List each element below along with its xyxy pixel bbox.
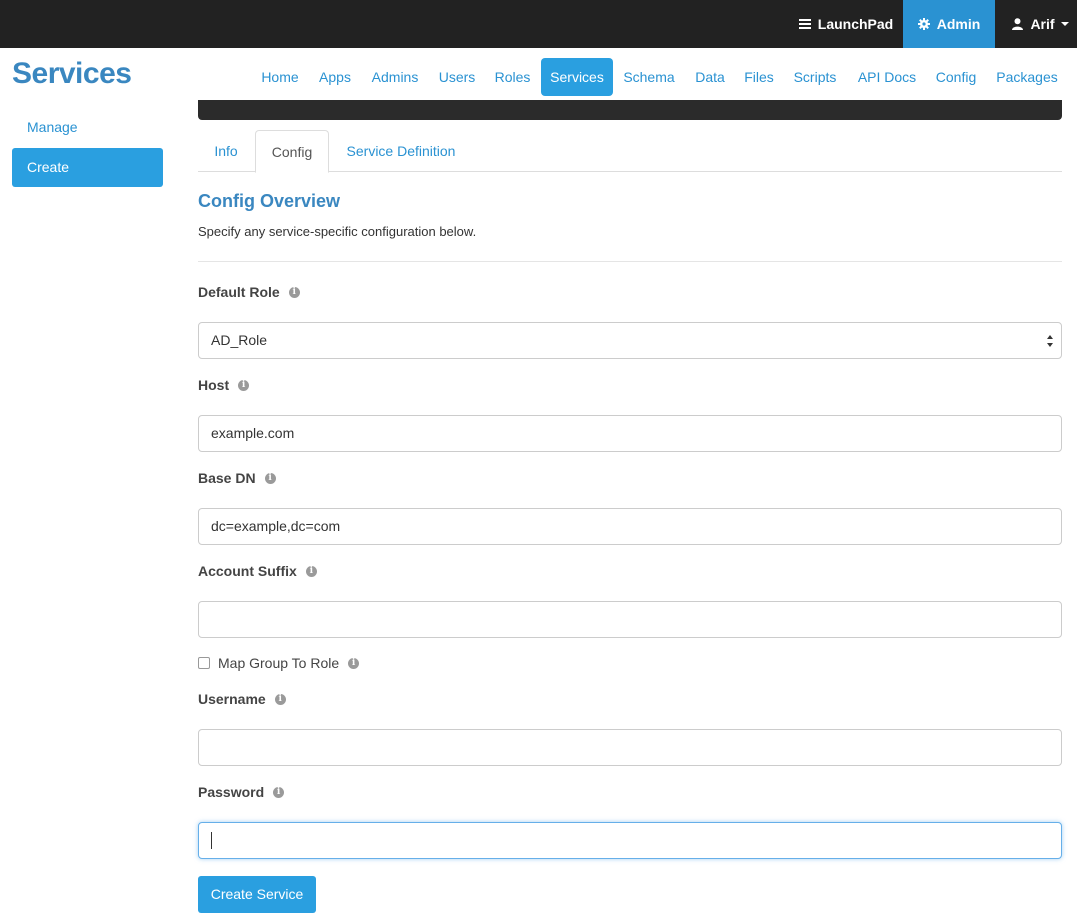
- config-overview-title: Config Overview: [198, 191, 341, 211]
- account-suffix-label-text: Account Suffix: [198, 563, 297, 579]
- info-icon[interactable]: i: [273, 786, 285, 798]
- launchpad-label: LaunchPad: [817, 16, 894, 32]
- create-service-button[interactable]: Create Service: [198, 876, 316, 913]
- nav-api-docs[interactable]: API Docs: [849, 58, 925, 96]
- admin-label: Admin: [936, 16, 981, 32]
- default-role-select[interactable]: AD_Role: [198, 322, 1062, 359]
- sidebar-item-create[interactable]: Create: [12, 148, 163, 187]
- default-role-label-text: Default Role: [198, 284, 280, 300]
- text-cursor: [211, 832, 212, 849]
- service-tabs: Info Config Service Definition: [198, 130, 1062, 173]
- username-label: Username i: [198, 691, 286, 707]
- map-group-to-role-label[interactable]: Map Group To Role: [218, 655, 339, 671]
- select-arrows-icon: [1047, 335, 1053, 347]
- username-label-text: Username: [198, 691, 266, 707]
- nav-config[interactable]: Config: [927, 58, 985, 96]
- host-label: Host i: [198, 377, 250, 393]
- password-label: Password i: [198, 784, 285, 800]
- nav-data[interactable]: Data: [685, 58, 735, 96]
- base-dn-label-text: Base DN: [198, 470, 256, 486]
- sidebar-item-manage[interactable]: Manage: [12, 108, 163, 146]
- nav-schema[interactable]: Schema: [615, 58, 683, 96]
- nav-files[interactable]: Files: [737, 58, 781, 96]
- password-label-text: Password: [198, 784, 265, 800]
- nav-home[interactable]: Home: [252, 58, 308, 96]
- base-dn-value: dc=example,dc=com: [211, 518, 341, 534]
- nav-services[interactable]: Services: [541, 58, 613, 96]
- info-icon[interactable]: i: [238, 379, 250, 391]
- admin-link[interactable]: Admin: [903, 0, 995, 48]
- nav-roles[interactable]: Roles: [486, 58, 539, 96]
- gear-icon: [917, 18, 930, 30]
- menu-icon: [798, 19, 811, 29]
- info-icon[interactable]: i: [288, 286, 300, 298]
- info-icon[interactable]: i: [264, 472, 276, 484]
- nav-users[interactable]: Users: [430, 58, 484, 96]
- map-group-to-role-row: Map Group To Role i: [198, 655, 360, 671]
- nav-scripts[interactable]: Scripts: [783, 58, 847, 96]
- nav-packages[interactable]: Packages: [987, 58, 1067, 96]
- tab-config[interactable]: Config: [255, 130, 329, 173]
- launchpad-link[interactable]: LaunchPad: [790, 0, 902, 48]
- user-icon: [1012, 18, 1024, 30]
- host-label-text: Host: [198, 377, 230, 393]
- username-input[interactable]: [198, 729, 1062, 766]
- info-icon[interactable]: i: [305, 565, 317, 577]
- nav-apps[interactable]: Apps: [310, 58, 360, 96]
- user-menu[interactable]: Arif: [1004, 0, 1077, 48]
- tab-service-definition[interactable]: Service Definition: [334, 130, 468, 172]
- config-overview-description: Specify any service-specific configurati…: [198, 224, 477, 239]
- default-role-value: AD_Role: [211, 332, 268, 348]
- map-group-to-role-checkbox[interactable]: [198, 657, 210, 669]
- host-input[interactable]: example.com: [198, 415, 1062, 452]
- base-dn-label: Base DN i: [198, 470, 276, 486]
- default-role-label: Default Role i: [198, 284, 300, 300]
- panel-header-strip: [198, 100, 1062, 120]
- top-navbar: LaunchPad Admin Arif: [0, 0, 1077, 48]
- password-input[interactable]: [198, 822, 1062, 859]
- account-suffix-input[interactable]: [198, 601, 1062, 638]
- divider: [198, 261, 1062, 262]
- page-title: Services: [12, 57, 132, 90]
- host-value: example.com: [211, 425, 295, 441]
- info-icon[interactable]: i: [274, 693, 286, 705]
- tab-info[interactable]: Info: [198, 130, 254, 172]
- info-icon[interactable]: i: [348, 657, 360, 669]
- account-suffix-label: Account Suffix i: [198, 563, 317, 579]
- user-label: Arif: [1030, 16, 1055, 32]
- caret-down-icon: [1060, 22, 1069, 26]
- nav-admins[interactable]: Admins: [362, 58, 428, 96]
- base-dn-input[interactable]: dc=example,dc=com: [198, 508, 1062, 545]
